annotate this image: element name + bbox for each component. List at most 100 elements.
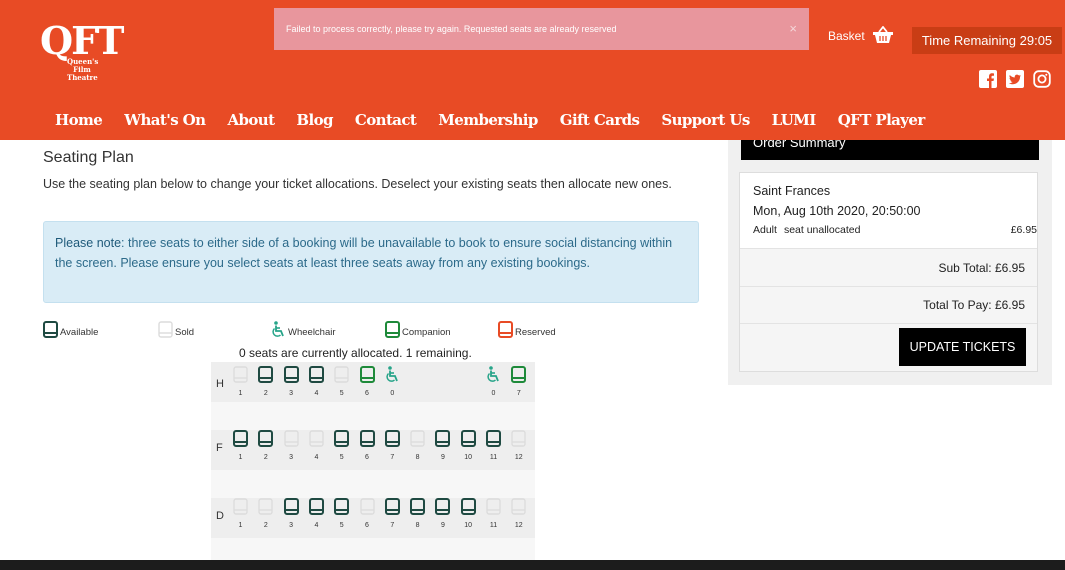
- seat-available[interactable]: 11: [485, 430, 502, 462]
- seat-companion[interactable]: 7: [510, 366, 527, 398]
- seat-available[interactable]: 2: [257, 366, 274, 398]
- seat-available-icon: [43, 321, 58, 338]
- legend-companion: Companion: [385, 318, 451, 338]
- seat-available[interactable]: 3: [283, 366, 300, 398]
- seat-number: 6: [365, 522, 369, 529]
- logo-mark: QFT: [40, 18, 124, 63]
- page-title: Seating Plan: [43, 149, 134, 166]
- legend-available: Available: [43, 318, 98, 338]
- distancing-note: Please note: three seats to either side …: [43, 221, 699, 303]
- nav-item-lumi[interactable]: LUMI: [772, 111, 817, 129]
- seat-available[interactable]: 10: [460, 430, 477, 462]
- seat-number: 7: [390, 522, 395, 529]
- twitter-icon[interactable]: [1006, 70, 1024, 88]
- seat-available-icon: [283, 498, 299, 520]
- seat-available[interactable]: 8: [409, 498, 426, 530]
- ticket-seat: seat unallocated: [783, 224, 861, 236]
- seat-sold: 4: [308, 430, 325, 462]
- seat-available[interactable]: 5: [333, 430, 350, 462]
- order-summary-title: Order Summary: [753, 140, 846, 150]
- row-label: D: [216, 510, 224, 522]
- seat-number: 0: [390, 390, 395, 397]
- seat-available[interactable]: 7: [384, 430, 401, 462]
- seat-sold-icon: [258, 498, 273, 520]
- seat-number: 2: [263, 522, 268, 529]
- seat-sold-icon: [334, 366, 349, 388]
- seat-available[interactable]: 1: [232, 430, 249, 462]
- seat-available[interactable]: 5: [333, 498, 350, 530]
- seat-number: 9: [440, 522, 445, 529]
- seat-number: 7: [516, 390, 521, 397]
- nav-item-what-s-on[interactable]: What's On: [124, 111, 206, 129]
- seat-sold: 8: [409, 430, 426, 462]
- seat-available-icon: [410, 498, 426, 520]
- seat-companion[interactable]: 6: [359, 366, 376, 398]
- seat-sold: 2: [257, 498, 274, 530]
- seat-number: 6: [365, 454, 369, 461]
- seat-sold-icon: [233, 498, 248, 520]
- subtotal-row: Sub Total: £6.95: [740, 248, 1037, 286]
- facebook-icon[interactable]: [979, 70, 997, 88]
- seat-available-icon: [334, 430, 350, 452]
- seat-available-icon: [233, 430, 248, 452]
- seat-number: 4: [314, 454, 319, 461]
- ticket-price: £6.95: [1010, 224, 1037, 236]
- site-header: QFT Queen's Film Theatre Failed to proce…: [0, 0, 1065, 140]
- seat-sold: 12: [510, 430, 527, 462]
- seat-available-icon: [460, 498, 476, 520]
- seat-available[interactable]: 6: [359, 430, 376, 462]
- seat-available-icon: [334, 498, 350, 520]
- seat-number: 3: [289, 454, 294, 461]
- film-title: Saint Frances: [753, 184, 831, 198]
- nav-item-gift-cards[interactable]: Gift Cards: [560, 111, 640, 129]
- legend-label: Wheelchair: [288, 327, 336, 338]
- legend-sold: Sold: [158, 318, 194, 338]
- seat-number: 0: [491, 390, 496, 397]
- row-label: F: [216, 442, 223, 454]
- wheelchair-icon: [385, 366, 400, 388]
- seat-available[interactable]: 9: [434, 430, 451, 462]
- seat-available-icon: [384, 498, 400, 520]
- row-label: H: [216, 378, 224, 390]
- legend-label: Reserved: [515, 327, 556, 338]
- update-tickets-button[interactable]: UPDATE TICKETS: [899, 328, 1026, 366]
- nav-item-qft-player[interactable]: QFT Player: [838, 111, 926, 129]
- nav-item-membership[interactable]: Membership: [438, 111, 538, 129]
- seat-available-icon: [384, 430, 400, 452]
- seat-number: 5: [339, 454, 344, 461]
- wheelchair-seat[interactable]: 0: [485, 366, 502, 398]
- seat-sold-icon: [511, 430, 526, 452]
- instagram-icon[interactable]: [1033, 70, 1051, 88]
- seat-available[interactable]: 7: [384, 498, 401, 530]
- seat-number: 5: [339, 522, 344, 529]
- seat-available[interactable]: 9: [434, 498, 451, 530]
- seat-number: 3: [289, 522, 294, 529]
- seat-available[interactable]: 3: [283, 498, 300, 530]
- basket-icon: [872, 25, 893, 46]
- nav-item-contact[interactable]: Contact: [355, 111, 417, 129]
- seat-available[interactable]: 4: [308, 498, 325, 530]
- seat-number: 11: [489, 454, 498, 461]
- nav-item-about[interactable]: About: [227, 111, 275, 129]
- subtotal: Sub Total: £6.95: [938, 261, 1025, 275]
- legend-label: Companion: [402, 327, 451, 338]
- wheelchair-seat[interactable]: 0: [384, 366, 401, 398]
- basket-link[interactable]: Basket: [828, 25, 893, 46]
- seat-number: 9: [440, 454, 445, 461]
- seat-map: H 1 2 3 4 5 6 0 0 7 F 1 2 3 4 5 6 7 8 9 10 11 12 D 1 2 3 4 5 6 7 8 9 10 11…: [211, 362, 535, 560]
- wheelchair-icon: [486, 366, 501, 388]
- alert-close-button[interactable]: ×: [789, 21, 797, 36]
- nav-item-home[interactable]: Home: [55, 111, 103, 129]
- seat-row-d: D 1 2 3 4 5 6 7 8 9 10 11 12: [211, 498, 535, 534]
- seat-available[interactable]: 10: [460, 498, 477, 530]
- seat-available-icon: [258, 430, 274, 452]
- nav-item-support-us[interactable]: Support Us: [661, 111, 750, 129]
- qft-logo[interactable]: QFT Queen's Film Theatre: [40, 18, 124, 92]
- seat-number: 2: [263, 390, 268, 397]
- nav-item-blog[interactable]: Blog: [296, 111, 333, 129]
- total-to-pay: Total To Pay: £6.95: [923, 298, 1025, 312]
- seat-sold-icon: [283, 430, 299, 452]
- seat-available[interactable]: 2: [257, 430, 274, 462]
- seat-available[interactable]: 4: [308, 366, 325, 398]
- seat-available-icon: [258, 366, 274, 388]
